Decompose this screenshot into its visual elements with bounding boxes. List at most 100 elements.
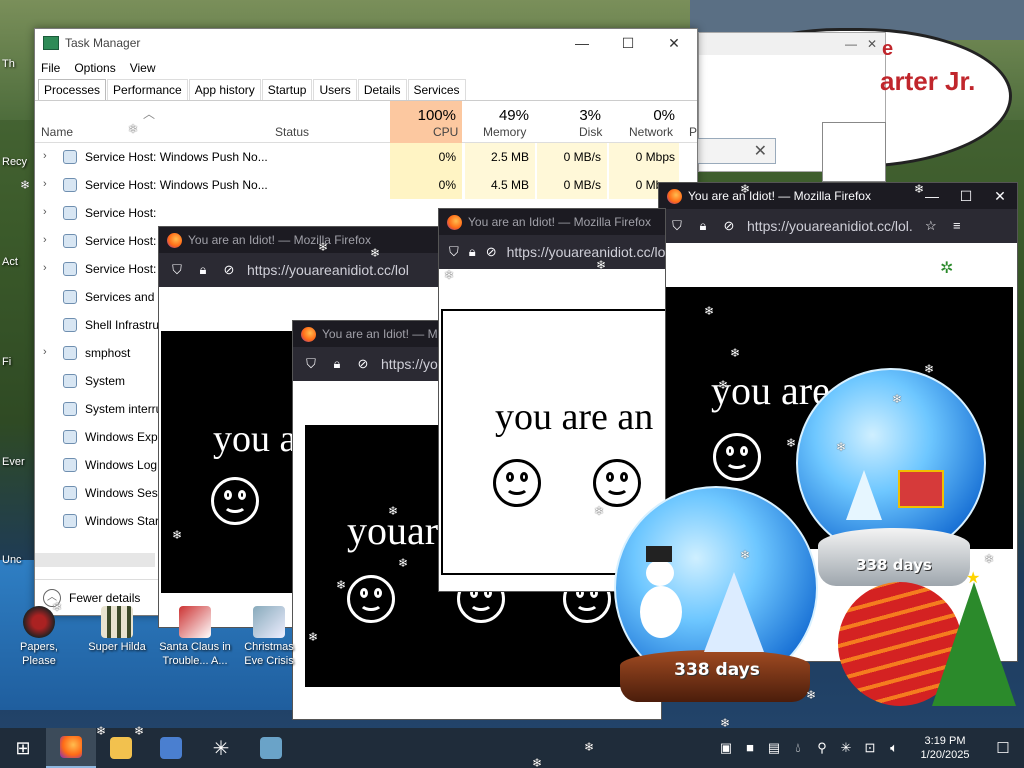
- process-icon: [63, 178, 77, 192]
- lock-icon[interactable]: 🔒︎: [695, 218, 711, 234]
- shield-icon[interactable]: ⛉: [669, 218, 685, 234]
- column-disk[interactable]: Disk: [579, 125, 602, 139]
- taskbar-firefox[interactable]: [46, 728, 96, 768]
- desktop-icon-label[interactable]: Ever: [2, 456, 25, 468]
- lock-icon[interactable]: 🔒︎: [469, 244, 476, 260]
- taskbar-app[interactable]: [146, 728, 196, 768]
- days-counter: 338 days: [856, 556, 932, 574]
- taskbar-app[interactable]: ✳: [196, 728, 246, 768]
- expand-chevron-icon[interactable]: ›: [43, 150, 47, 162]
- url-bar[interactable]: https://youareanidiot.cc/lol: [247, 262, 409, 278]
- expand-chevron-icon[interactable]: ›: [43, 346, 47, 358]
- maximize-button[interactable]: ☐: [605, 35, 651, 52]
- expand-chevron-icon[interactable]: ›: [43, 178, 47, 190]
- firefox-icon: [447, 214, 462, 230]
- desktop-icon-label[interactable]: Th: [2, 58, 15, 70]
- expand-chevron-icon[interactable]: ›: [43, 262, 47, 274]
- permissions-icon[interactable]: ⊘: [721, 218, 737, 234]
- expand-chevron-icon[interactable]: ›: [43, 206, 47, 218]
- firefox-icon: [667, 188, 682, 204]
- shield-icon[interactable]: ⛉: [449, 244, 459, 260]
- close-icon[interactable]: ✕: [867, 37, 877, 51]
- shield-icon[interactable]: ⛉: [303, 356, 319, 372]
- expand-chevron-icon[interactable]: ›: [43, 234, 47, 246]
- title-bar[interactable]: You are an Idiot! — Mozilla Firefox — ☐ ✕: [659, 183, 1017, 209]
- shield-icon[interactable]: ⛉: [169, 262, 185, 278]
- window-title: Task Manager: [65, 36, 141, 50]
- menu-options[interactable]: Options: [74, 61, 115, 75]
- title-bar[interactable]: You are an Idiot! — Mozilla Firefox: [159, 227, 447, 253]
- droplet-icon[interactable]: 💧︎: [790, 740, 806, 756]
- taskbar-task-manager[interactable]: [246, 728, 296, 768]
- table-row[interactable]: › Service Host: Windows Push No... 0% 4.5 M…: [35, 171, 697, 199]
- firefox-desktop-label[interactable]: Fi: [2, 356, 11, 368]
- close-icon[interactable]: ✕: [754, 141, 767, 161]
- tab-processes[interactable]: Processes: [38, 79, 107, 100]
- column-network[interactable]: Network: [629, 125, 673, 139]
- close-button[interactable]: ✕: [651, 35, 697, 52]
- menu-icon[interactable]: ≡: [949, 218, 965, 234]
- tray-app-icon[interactable]: ▣: [718, 740, 734, 756]
- minimize-button[interactable]: —: [559, 35, 605, 52]
- tab-app-history[interactable]: App history: [188, 79, 261, 100]
- tab-services[interactable]: Services: [407, 79, 466, 100]
- table-row[interactable]: › Service Host: Windows Push No... 0% 2.5 M…: [35, 143, 697, 171]
- desktop-icon-santa-claus[interactable]: Santa Claus in Trouble... A...: [154, 606, 236, 668]
- column-name[interactable]: Name: [41, 125, 73, 139]
- url-bar[interactable]: https://youareanidiot.cc/lol: [507, 244, 665, 260]
- lock-icon[interactable]: 🔒︎: [329, 356, 345, 372]
- desktop-icon-papers-please[interactable]: Papers, Please: [4, 606, 74, 668]
- column-status[interactable]: Status: [275, 125, 309, 139]
- column-memory[interactable]: Memory: [483, 125, 526, 139]
- horizontal-scrollbar[interactable]: [35, 553, 155, 567]
- recycle-bin-label[interactable]: Recy: [2, 156, 27, 168]
- process-icon: [63, 346, 77, 360]
- menu-file[interactable]: File: [41, 61, 60, 75]
- sort-arrow-icon[interactable]: ︿: [143, 105, 155, 122]
- folder-icon: [110, 737, 132, 759]
- search-icon[interactable]: ⚲: [814, 740, 830, 756]
- snowflake-icon: ❄: [318, 240, 329, 254]
- permissions-icon[interactable]: ⊘: [355, 356, 371, 372]
- title-bar[interactable]: Task Manager — ☐ ✕: [35, 29, 697, 57]
- snowflake-icon[interactable]: ✳: [838, 740, 854, 756]
- column-power[interactable]: P: [689, 125, 697, 139]
- desktop-icon-label[interactable]: Act: [2, 256, 18, 268]
- background-window-panel: [822, 122, 886, 182]
- tab-startup[interactable]: Startup: [261, 79, 313, 100]
- small-dialog[interactable]: ✕: [690, 138, 776, 164]
- maximize-button[interactable]: ☐: [949, 188, 983, 205]
- close-button[interactable]: ✕: [983, 188, 1017, 205]
- snowflake-icon: ❄: [740, 182, 751, 196]
- snowflake-icon: ❄: [836, 440, 847, 454]
- lock-icon[interactable]: 🔒︎: [195, 262, 211, 278]
- bubble-letter: e: [882, 38, 894, 60]
- santa-claus-icon: [179, 606, 211, 638]
- url-bar[interactable]: https://youareanidiot.cc/lol.: [747, 218, 913, 234]
- christmas-tree-icon: [932, 582, 1016, 706]
- title-bar[interactable]: You are an Idiot! — Mozilla Firefox: [439, 209, 665, 235]
- desktop-icon-label: Santa Claus in Trouble... A...: [159, 641, 231, 667]
- desktop-icon-label[interactable]: Unc: [2, 554, 22, 566]
- permissions-icon[interactable]: ⊘: [486, 244, 497, 260]
- notification-button[interactable]: ☐: [988, 728, 1018, 768]
- desktop-icon-christmas-eve-crisis[interactable]: Christmas Eve Crisis: [234, 606, 304, 668]
- menu-view[interactable]: View: [130, 61, 156, 75]
- tray-app-icon[interactable]: ▤: [766, 740, 782, 756]
- tab-details[interactable]: Details: [357, 79, 407, 100]
- volume-icon[interactable]: 🔈︎: [886, 740, 902, 756]
- tab-performance[interactable]: Performance: [107, 79, 188, 100]
- tray-app-icon[interactable]: ■: [742, 740, 758, 756]
- process-icon: [63, 206, 77, 220]
- start-button[interactable]: ⊞: [0, 728, 46, 768]
- network-icon[interactable]: ⊡: [862, 740, 878, 756]
- desktop-icon-super-hilda[interactable]: Super Hilda: [82, 606, 152, 654]
- column-cpu[interactable]: CPU: [433, 125, 458, 139]
- fewer-details-button[interactable]: Fewer details: [69, 591, 140, 605]
- permissions-icon[interactable]: ⊘: [221, 262, 237, 278]
- bookmark-star-icon[interactable]: ☆: [923, 218, 939, 234]
- minimize-icon[interactable]: —: [845, 37, 857, 51]
- snowflake-icon: ❄: [128, 122, 139, 136]
- clock[interactable]: 3:19 PM 1/20/2025: [910, 734, 980, 762]
- tab-users[interactable]: Users: [313, 79, 357, 100]
